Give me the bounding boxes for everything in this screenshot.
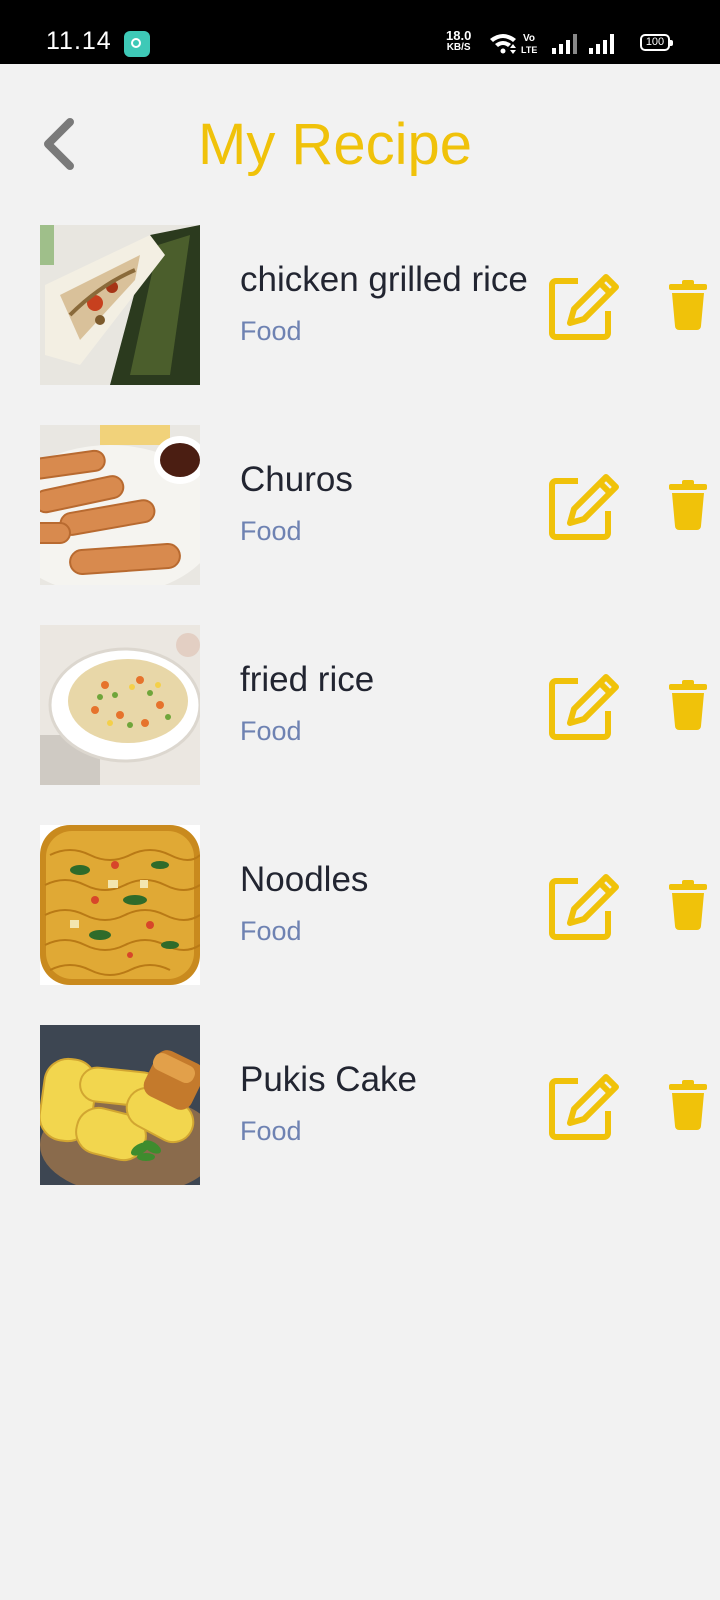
volte-icon: Vo LTE [521, 33, 537, 55]
app-notification-icon [124, 31, 150, 57]
delete-button[interactable] [669, 880, 707, 930]
edit-icon [549, 674, 619, 740]
network-speed-unit: KB/S [446, 42, 471, 53]
delete-button[interactable] [669, 280, 707, 330]
recipe-category: Food [240, 716, 302, 746]
volte-sub-label: LTE [521, 45, 537, 55]
grilled-rice-photo [40, 225, 200, 385]
recipe-thumbnail [40, 225, 200, 385]
edit-button[interactable] [548, 473, 622, 541]
recipe-thumbnail [40, 625, 200, 785]
page-title: My Recipe [198, 112, 472, 177]
recipe-item[interactable]: Noodles Food [0, 825, 720, 985]
volte-label: Vo [523, 33, 535, 44]
recipe-category: Food [240, 316, 302, 346]
recipe-category: Food [240, 916, 302, 946]
churros-photo [40, 425, 200, 585]
recipe-thumbnail [40, 425, 200, 585]
delete-button[interactable] [669, 1080, 707, 1130]
back-button[interactable] [32, 112, 88, 176]
edit-button[interactable] [548, 673, 622, 741]
recipe-category: Food [240, 1116, 302, 1146]
recipe-name: Churos [240, 460, 353, 499]
edit-button[interactable] [548, 1073, 622, 1141]
edit-icon [549, 474, 619, 540]
noodles-photo [40, 825, 200, 985]
recipe-thumbnail [40, 825, 200, 985]
recipe-category: Food [240, 516, 302, 546]
trash-icon [669, 480, 707, 530]
recipe-item[interactable]: Churos Food [0, 425, 720, 585]
signal-icon [552, 34, 577, 54]
battery-icon: 100 [640, 34, 673, 51]
recipe-name: Noodles [240, 860, 369, 899]
trash-icon [669, 1080, 707, 1130]
fried-rice-photo [40, 625, 200, 785]
edit-icon [549, 1074, 619, 1140]
pukis-cake-photo [40, 1025, 200, 1185]
recipe-item[interactable]: chicken grilled rice Food [0, 225, 720, 385]
recipe-item[interactable]: Pukis Cake Food [0, 1025, 720, 1185]
edit-button[interactable] [548, 273, 622, 341]
wifi-icon [490, 34, 516, 54]
recipe-name: fried rice [240, 660, 375, 699]
network-speed-value: 18.0 [446, 28, 472, 43]
edit-icon [549, 274, 619, 340]
recipe-item[interactable]: fried rice Food [0, 625, 720, 785]
trash-icon [669, 680, 707, 730]
network-speed: 18.0 KB/S [446, 28, 472, 54]
status-icons: Vo LTE [490, 33, 614, 55]
recipe-name: chicken grilled rice [240, 260, 528, 299]
delete-button[interactable] [669, 680, 707, 730]
delete-button[interactable] [669, 480, 707, 530]
recipe-thumbnail [40, 1025, 200, 1185]
signal-icon-2 [589, 34, 614, 54]
status-time: 11.14 [46, 27, 112, 55]
edit-icon [549, 874, 619, 940]
trash-icon [669, 280, 707, 330]
edit-button[interactable] [548, 873, 622, 941]
recipe-name: Pukis Cake [240, 1060, 418, 1099]
chevron-left-icon [44, 118, 74, 170]
status-bar: 11.14 18.0 KB/S Vo LTE 100 [0, 0, 720, 64]
trash-icon [669, 880, 707, 930]
recipe-list: chicken grilled rice Food Churos Food fr… [0, 225, 720, 1225]
